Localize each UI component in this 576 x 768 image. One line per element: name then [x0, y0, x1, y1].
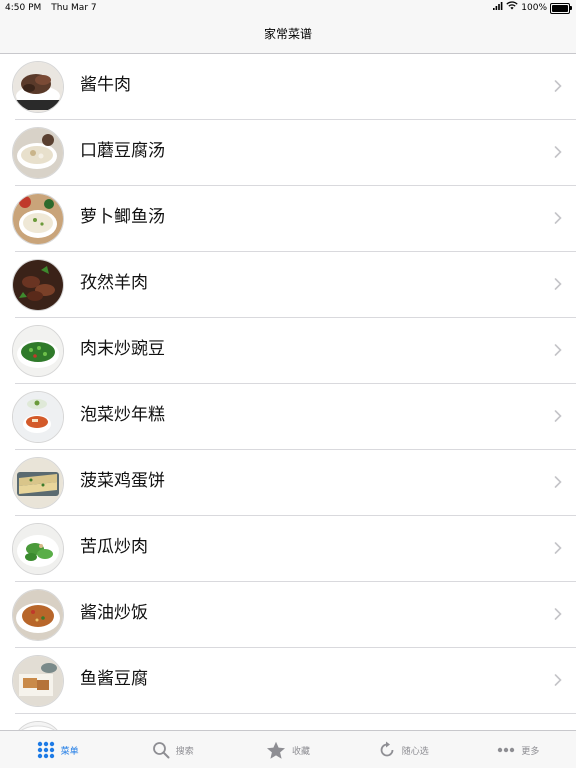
tab-bar: 菜单 搜索 收藏 随心选 更多 — [0, 730, 576, 768]
recipe-thumbnail — [12, 655, 64, 707]
chevron-right-icon — [554, 212, 562, 224]
chevron-right-icon — [554, 608, 562, 620]
recipe-row[interactable]: 肉末炒豌豆 — [0, 318, 576, 384]
tab-label: 收藏 — [292, 746, 311, 757]
chevron-right-icon — [554, 476, 562, 488]
recipe-thumbnail — [12, 325, 64, 377]
battery-icon — [550, 2, 572, 14]
recipe-name: 泡菜炒年糕 — [80, 405, 165, 425]
grid-icon — [37, 741, 55, 759]
page-title: 家常菜谱 — [263, 27, 312, 41]
battery-percent: 100% — [521, 3, 547, 13]
search-icon — [152, 741, 170, 759]
recipe-thumbnail — [12, 457, 64, 509]
recipe-name: 萝卜鲫鱼汤 — [80, 207, 165, 227]
tab-refresh[interactable]: 随心选 — [346, 731, 461, 768]
recipe-thumbnail — [12, 391, 64, 443]
recipe-name: 菠菜鸡蛋饼 — [80, 471, 165, 491]
chevron-right-icon — [554, 80, 562, 92]
tab-star[interactable]: 收藏 — [230, 731, 345, 768]
app-screen: 4:50 PM Thu Mar 7 100% 家常菜谱 酱牛肉 口蘑豆腐汤 萝卜… — [0, 0, 576, 768]
tab-label: 随心选 — [401, 746, 429, 757]
recipe-thumbnail — [12, 523, 64, 575]
recipe-list[interactable]: 酱牛肉口蘑豆腐汤萝卜鲫鱼汤孜然羊肉肉末炒豌豆泡菜炒年糕菠菜鸡蛋饼苦瓜炒肉酱油炒饭… — [0, 54, 576, 730]
recipe-row[interactable]: 孜然羊肉 — [0, 252, 576, 318]
recipe-name: 鱼酱豆腐 — [80, 669, 148, 689]
recipe-name: 苦瓜炒肉 — [80, 537, 148, 557]
recipe-thumbnail — [12, 259, 64, 311]
chevron-right-icon — [554, 542, 562, 554]
recipe-name: 酱牛肉 — [80, 75, 131, 95]
recipe-thumbnail — [12, 193, 64, 245]
recipe-row-partial[interactable] — [0, 714, 576, 730]
more-icon — [497, 747, 515, 753]
status-left: 4:50 PM Thu Mar 7 — [5, 0, 97, 16]
wifi-icon — [506, 0, 518, 16]
chevron-right-icon — [554, 674, 562, 686]
navigation-bar: 家常菜谱 — [0, 16, 576, 54]
recipe-row[interactable]: 苦瓜炒肉 — [0, 516, 576, 582]
recipe-row[interactable]: 菠菜鸡蛋饼 — [0, 450, 576, 516]
tab-more[interactable]: 更多 — [461, 731, 576, 768]
recipe-thumbnail — [12, 589, 64, 641]
tab-label: 搜索 — [175, 746, 194, 757]
recipe-row[interactable]: 鱼酱豆腐 — [0, 648, 576, 714]
refresh-icon — [378, 741, 396, 759]
chevron-right-icon — [554, 410, 562, 422]
recipe-row[interactable]: 萝卜鲫鱼汤 — [0, 186, 576, 252]
recipe-name: 肉末炒豌豆 — [80, 339, 165, 359]
status-time: 4:50 PM — [5, 3, 42, 13]
recipe-thumbnail — [12, 721, 64, 730]
recipe-thumbnail — [12, 127, 64, 179]
tab-label: 更多 — [521, 746, 540, 757]
recipe-name: 酱油炒饭 — [80, 603, 148, 623]
recipe-row[interactable]: 酱油炒饭 — [0, 582, 576, 648]
recipe-name: 口蘑豆腐汤 — [80, 141, 165, 161]
status-bar: 4:50 PM Thu Mar 7 100% — [0, 0, 576, 16]
status-date: Thu Mar 7 — [51, 3, 97, 13]
chevron-right-icon — [554, 146, 562, 158]
battery-fill — [552, 4, 568, 12]
recipe-name: 孜然羊肉 — [80, 273, 148, 293]
recipe-thumbnail — [12, 61, 64, 113]
recipe-row[interactable]: 酱牛肉 — [0, 54, 576, 120]
chevron-right-icon — [554, 278, 562, 290]
signal-icon — [493, 0, 503, 16]
recipe-row[interactable]: 泡菜炒年糕 — [0, 384, 576, 450]
recipe-row[interactable]: 口蘑豆腐汤 — [0, 120, 576, 186]
star-icon — [266, 741, 286, 760]
tab-search[interactable]: 搜索 — [115, 731, 230, 768]
tab-label: 菜单 — [60, 746, 79, 757]
chevron-right-icon — [554, 344, 562, 356]
tab-grid[interactable]: 菜单 — [0, 731, 115, 768]
status-right: 100% — [493, 0, 572, 16]
